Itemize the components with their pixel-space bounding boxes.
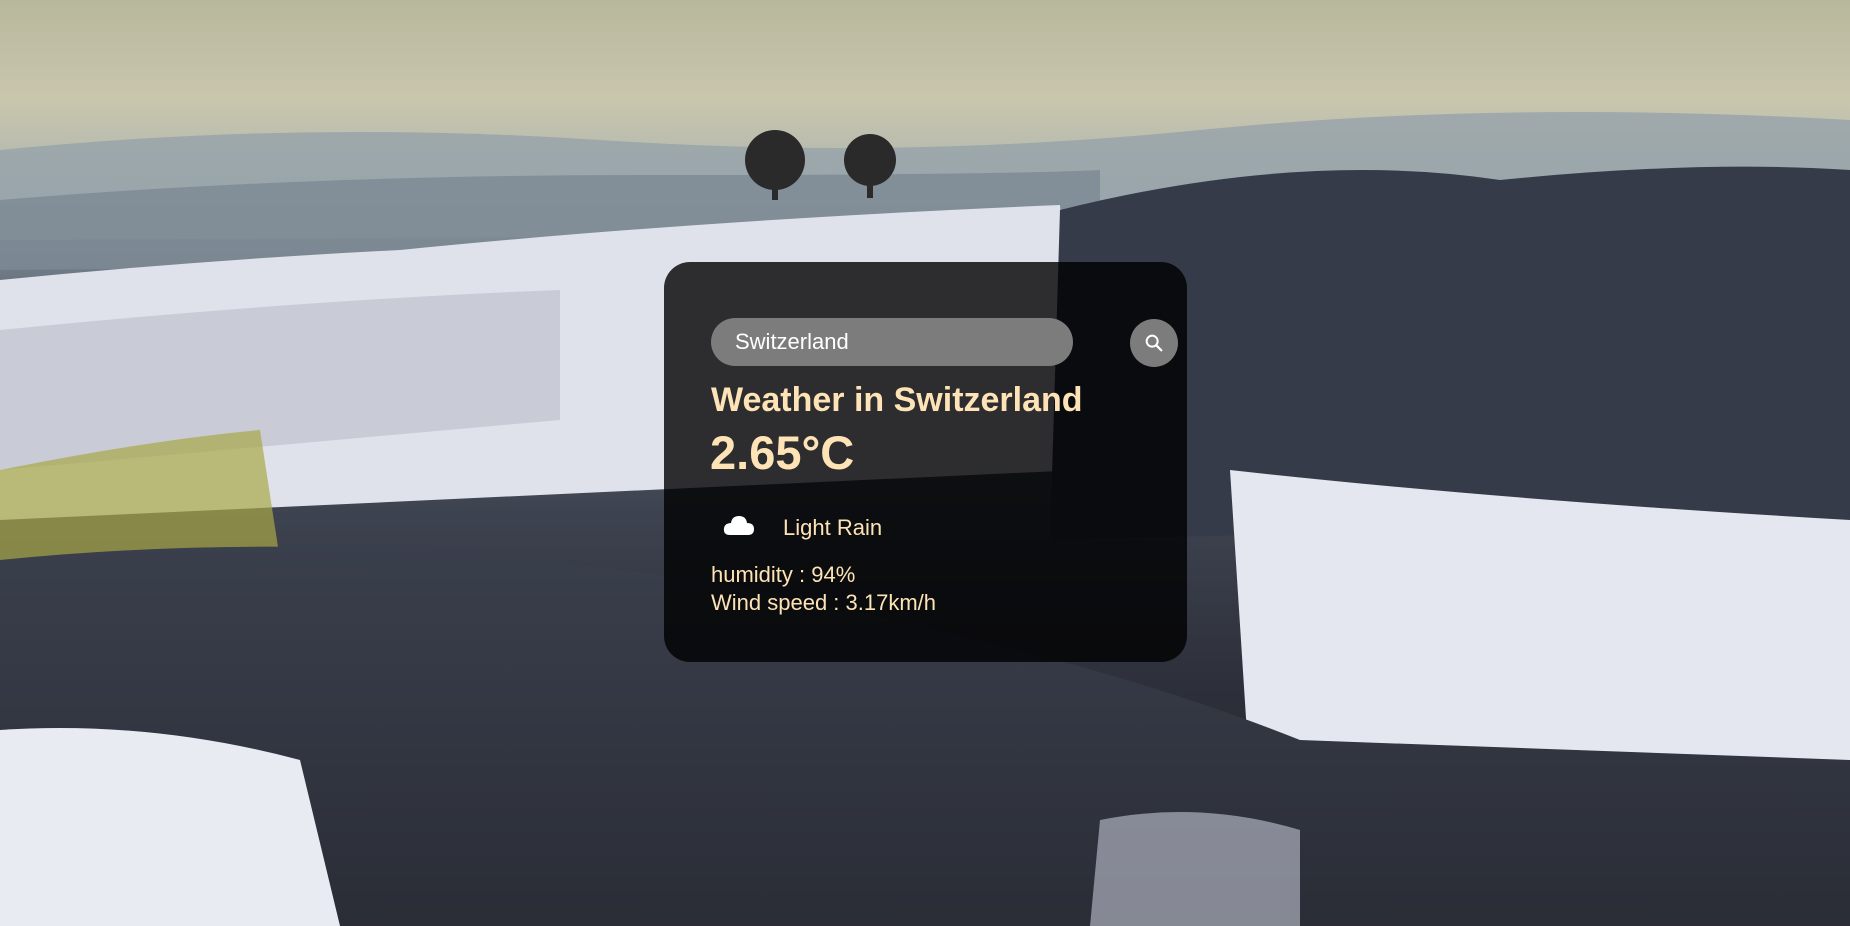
temperature: 2.65°C xyxy=(710,426,855,479)
condition-label: Light Rain xyxy=(783,515,883,540)
search-input[interactable] xyxy=(711,318,1073,366)
humidity: humidity : 94% xyxy=(711,562,856,587)
cloud-icon xyxy=(723,516,754,535)
wind-speed: Wind speed : 3.17km/h xyxy=(711,590,937,615)
weather-card: Weather in Switzerland 2.65°C Light Rain… xyxy=(664,262,1187,662)
search-bar xyxy=(711,318,1178,368)
search-icon xyxy=(1145,334,1163,352)
search-button[interactable] xyxy=(1130,319,1178,367)
location-title: Weather in Switzerland xyxy=(711,381,1083,419)
